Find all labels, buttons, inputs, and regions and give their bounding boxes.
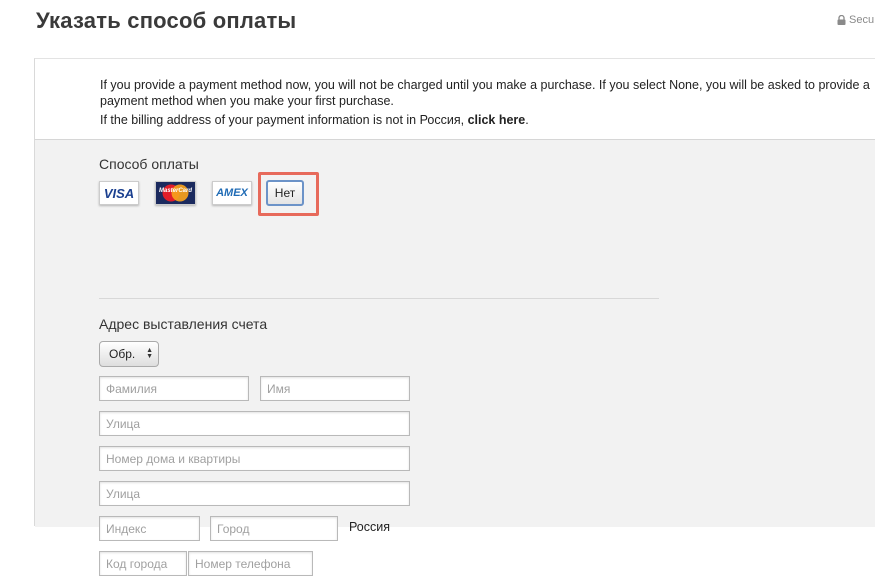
section-divider: [99, 298, 659, 299]
payment-panel: If you provide a payment method now, you…: [34, 58, 875, 576]
salutation-select[interactable]: Обр. ▲ ▼: [99, 341, 159, 367]
info-text: If you provide a payment method now, you…: [100, 77, 870, 128]
street-field-1[interactable]: [99, 411, 410, 436]
phone-field[interactable]: [188, 551, 313, 576]
amex-card-icon[interactable]: AMEX: [212, 181, 252, 205]
street-field-2[interactable]: [99, 481, 410, 506]
last-name-field[interactable]: [99, 376, 249, 401]
form-area: Способ оплаты VISA MasterCard AMEX Нет А…: [35, 140, 875, 576]
lock-icon: [837, 15, 846, 25]
secure-label: Secu: [849, 14, 875, 26]
select-arrows-icon: ▲ ▼: [146, 347, 153, 360]
visa-card-icon[interactable]: VISA: [99, 181, 139, 205]
info-line-2-prefix: If the billing address of your payment i…: [100, 113, 468, 127]
salutation-value: Обр.: [109, 347, 136, 361]
first-name-field[interactable]: [260, 376, 410, 401]
info-line-2-suffix: .: [525, 113, 529, 127]
page-title: Указать способ оплаты: [36, 8, 297, 33]
mastercard-card-icon[interactable]: MasterCard: [155, 181, 196, 205]
payment-method-label: Способ оплаты: [99, 156, 199, 172]
none-payment-button[interactable]: Нет: [266, 180, 304, 206]
country-label: Россия: [349, 520, 390, 534]
secure-indicator: Secu: [837, 14, 874, 26]
city-field[interactable]: [210, 516, 338, 541]
info-box: If you provide a payment method now, you…: [35, 59, 875, 140]
info-line-1: If you provide a payment method now, you…: [100, 78, 870, 108]
area-code-field[interactable]: [99, 551, 187, 576]
billing-address-label: Адрес выставления счета: [99, 316, 268, 332]
click-here-link[interactable]: click here: [468, 113, 526, 127]
house-number-field[interactable]: [99, 446, 410, 471]
postcode-field[interactable]: [99, 516, 200, 541]
info-line-2: If the billing address of your payment i…: [100, 112, 870, 128]
mastercard-label: MasterCard: [158, 188, 192, 194]
